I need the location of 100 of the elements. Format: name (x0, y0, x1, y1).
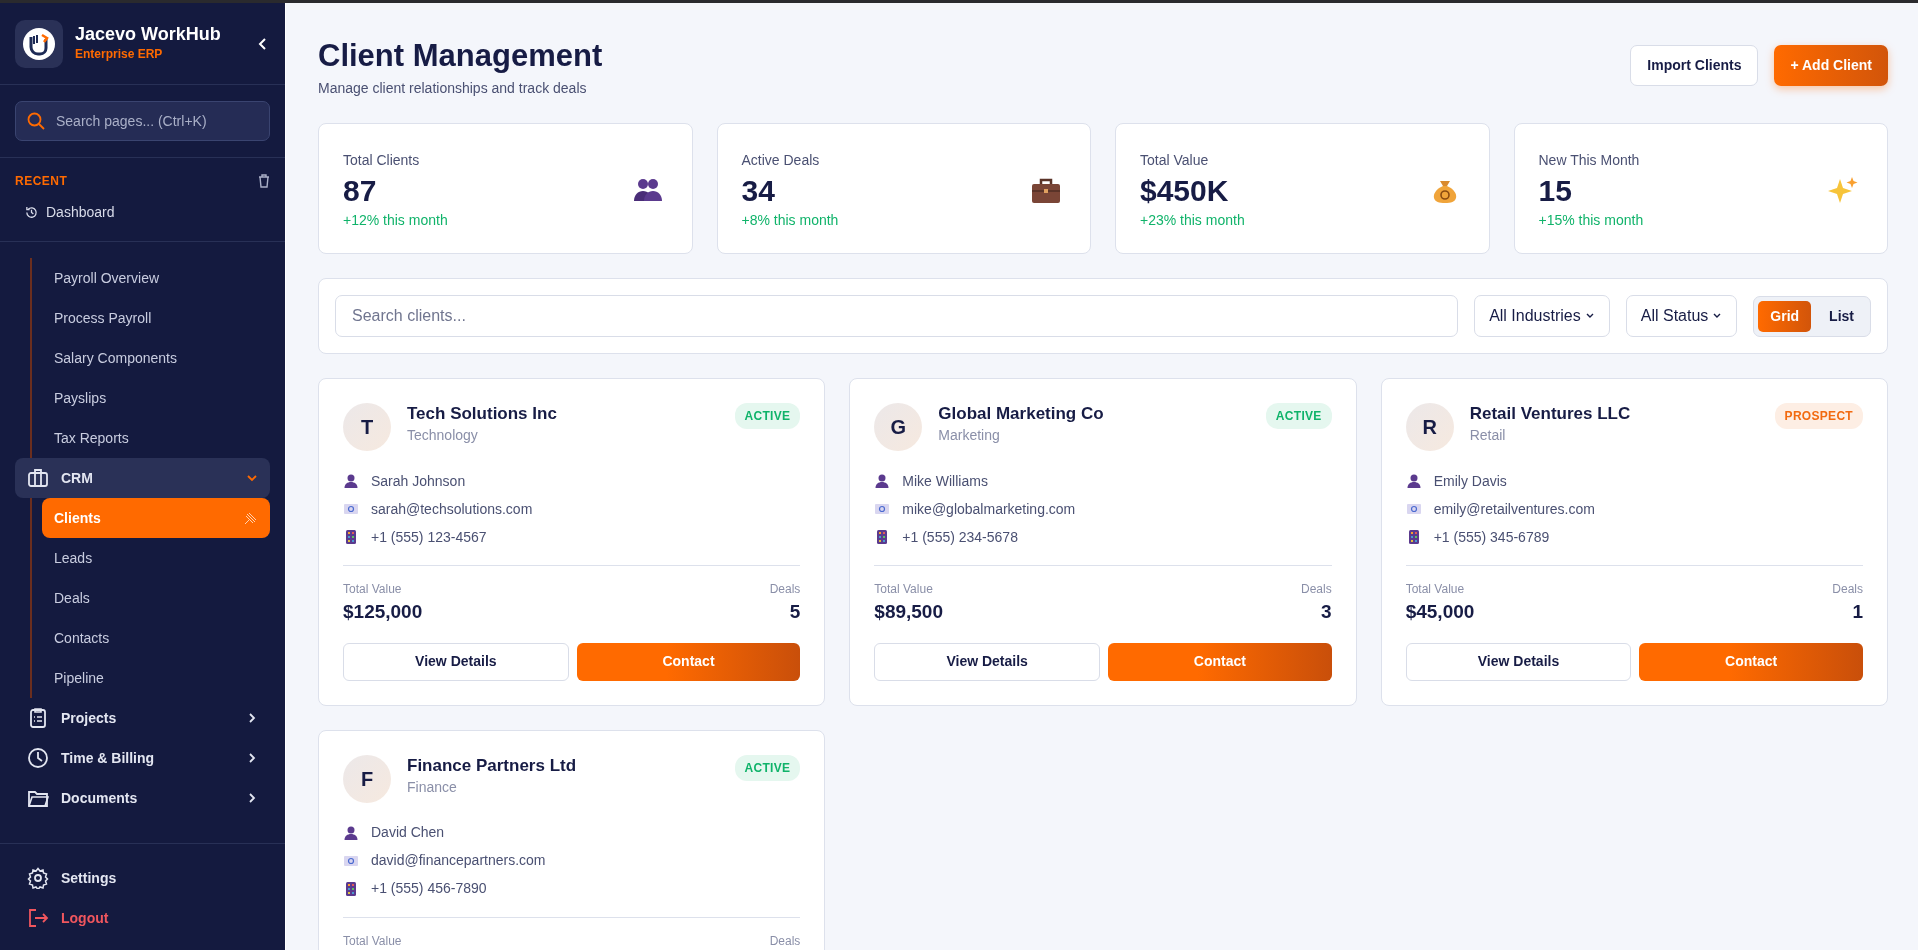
stat-change: +12% this month (343, 211, 448, 231)
deals-count: 5 (788, 600, 801, 625)
clock-icon (27, 747, 49, 769)
chevron-right-icon (246, 752, 258, 764)
email-address: mike@globalmarketing.com (902, 499, 1076, 519)
value-label: Total Value (874, 581, 934, 599)
client-name: Global Marketing Co (938, 403, 1105, 426)
deals-count: 3 (1320, 600, 1332, 625)
page-subtitle: Manage client relationships and track deals (318, 79, 588, 99)
settings-icon (27, 867, 49, 889)
search-field[interactable]: Search pages... (Ctrl+K) (15, 101, 270, 141)
nav-subitem[interactable]: Pipeline (42, 658, 270, 698)
email-address: david@financepartners.com (371, 851, 546, 871)
person-icon (343, 824, 359, 841)
total-value: $89,500 (874, 600, 943, 625)
logo-icon (22, 26, 56, 61)
nav-group[interactable]: CRM (15, 458, 270, 498)
nav-subitem[interactable]: Tax Reports (42, 418, 270, 458)
deals-label: Deals (769, 932, 801, 950)
nav-subitem[interactable]: Deals (42, 578, 270, 618)
collapse-chevron-icon[interactable] (257, 36, 269, 51)
view-option[interactable]: Grid (1758, 300, 1812, 332)
client-name: Retail Ventures LLC (1469, 403, 1632, 426)
stat-label: Active Deals (741, 151, 821, 171)
phone-number: +1 (555) 456-7890 (371, 879, 487, 899)
chevron-right-icon (246, 792, 258, 804)
stat-value: 87 (343, 173, 378, 210)
nav-group[interactable]: Documents (15, 778, 270, 818)
stat-label: New This Month (1538, 151, 1641, 171)
stat-value: 15 (1538, 173, 1573, 210)
stat-value: 34 (741, 173, 776, 210)
nav-subitem[interactable]: Contacts (42, 618, 270, 658)
phone-icon (343, 529, 359, 546)
total-value: $125,000 (343, 600, 423, 625)
sidebar-link[interactable]: Settings (15, 858, 270, 898)
contact-name: David Chen (371, 823, 445, 843)
sidebar-link[interactable]: Logout (15, 898, 270, 938)
contact-name: Mike Williams (902, 471, 988, 491)
value-label: Total Value (1405, 581, 1466, 599)
section-heading: RECENT (15, 173, 68, 190)
avatar: T (343, 403, 391, 452)
history-icon (25, 206, 38, 219)
brand-name: Jacevo WorkHub (75, 23, 222, 46)
phone-number: +1 (555) 234-5678 (902, 527, 1018, 547)
nav-subitem[interactable]: Payslips (42, 378, 270, 418)
stat-change: +8% this month (741, 211, 839, 231)
client-industry: Finance (407, 777, 458, 797)
nav-group[interactable]: Projects (15, 698, 270, 738)
stat-value: $450K (1140, 173, 1230, 210)
stat-label: Total Clients (343, 151, 421, 171)
stat-change: +23% this month (1140, 211, 1245, 231)
import-clients-button[interactable]: Import Clients (1630, 45, 1759, 86)
value-label: Total Value (343, 581, 403, 599)
dropdown[interactable]: All Status (1625, 295, 1738, 338)
nav-subitem[interactable]: Salary Components (42, 338, 270, 378)
nav-subitem[interactable]: Process Payroll (42, 298, 270, 338)
view-details-button[interactable]: View Details (1405, 642, 1632, 681)
client-name: Finance Partners Ltd (407, 754, 578, 777)
chevron-down-icon (246, 472, 258, 484)
chevron-right-icon (246, 712, 258, 724)
client-industry: Technology (407, 426, 479, 446)
logout-icon (27, 907, 49, 929)
email-address: emily@retailventures.com (1433, 499, 1595, 519)
contact-name: Emily Davis (1433, 471, 1507, 491)
stat-label: Total Value (1140, 151, 1210, 171)
dropdown[interactable]: All Industries (1474, 295, 1610, 338)
deals-label: Deals (1832, 581, 1863, 599)
avatar: R (1405, 403, 1454, 452)
brand-subtitle: Enterprise ERP (75, 46, 164, 64)
avatar: F (343, 754, 391, 803)
value-label: Total Value (343, 932, 402, 950)
status-badge: PROSPECT (1774, 403, 1863, 430)
avatar: G (874, 403, 923, 452)
contact-name: Sarah Johnson (371, 471, 466, 491)
deals-label: Deals (1300, 581, 1332, 599)
client-industry: Marketing (938, 426, 1001, 446)
page-title: Client Management (318, 37, 603, 75)
trash-icon[interactable] (258, 174, 270, 188)
view-option[interactable]: List (1817, 300, 1866, 332)
phone-number: +1 (555) 123-4567 (371, 527, 487, 547)
nav-subitem[interactable]: Leads (42, 538, 270, 578)
total-value: $45,000 (1405, 600, 1475, 625)
status-badge: ACTIVE (1265, 403, 1332, 430)
status-badge: ACTIVE (734, 754, 801, 781)
stat-change: +15% this month (1538, 211, 1644, 231)
recent-item[interactable]: Dashboard (15, 190, 270, 231)
view-details-button[interactable]: View Details (343, 642, 569, 681)
nav-subitem[interactable]: Payroll Overview (42, 258, 270, 298)
view-details-button[interactable]: View Details (874, 642, 1100, 681)
deals-count: 1 (1851, 600, 1863, 625)
deals-label: Deals (769, 581, 801, 599)
email-address: sarah@techsolutions.com (371, 499, 533, 519)
nav-group[interactable]: Time & Billing (15, 738, 270, 778)
status-badge: ACTIVE (734, 403, 801, 430)
person-icon (343, 473, 359, 490)
phone-icon (343, 880, 359, 897)
phone-number: +1 (555) 345-6789 (1433, 527, 1550, 547)
person-icon (874, 473, 891, 490)
clipboard-icon (27, 707, 49, 729)
client-name: Tech Solutions Inc (407, 403, 558, 426)
